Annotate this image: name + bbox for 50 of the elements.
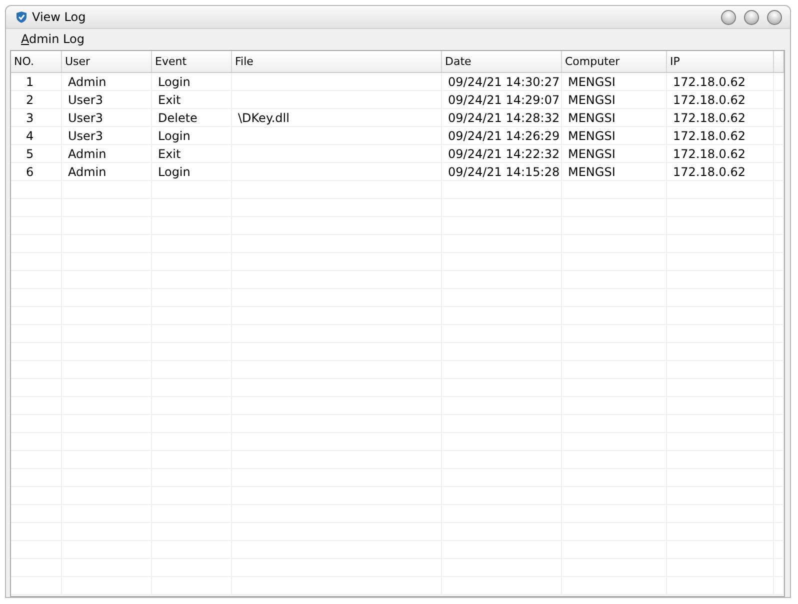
table-cell: MENGSI <box>568 74 616 88</box>
table-cell: Delete <box>158 110 198 124</box>
table-cell: 172.18.0.62 <box>673 110 746 124</box>
table-cell: MENGSI <box>568 92 616 106</box>
table-cell: MENGSI <box>568 128 616 142</box>
table-cell: 4 <box>26 128 34 142</box>
table-cell: 6 <box>26 164 34 178</box>
table-cell: 5 <box>26 146 34 160</box>
table-cell: 172.18.0.62 <box>673 164 746 178</box>
table-cell: MENGSI <box>568 110 616 124</box>
column-header[interactable]: File <box>232 51 442 72</box>
table-cell: \DKey.dll <box>238 110 290 124</box>
window-title: View Log <box>32 10 87 24</box>
table-cell: Login <box>158 128 190 142</box>
table-cell: User3 <box>68 92 103 106</box>
table-cell: 09/24/21 14:30:27 <box>448 74 560 88</box>
column-header[interactable]: User <box>62 51 152 72</box>
table-cell: 09/24/21 14:26:29 <box>448 128 560 142</box>
table-cell: 172.18.0.62 <box>673 74 746 88</box>
table-cell: Login <box>158 74 190 88</box>
table-cell: 1 <box>26 74 34 88</box>
table-cell: Exit <box>158 92 181 106</box>
table-cell: 09/24/21 14:29:07 <box>448 92 560 106</box>
table-cell: 09/24/21 14:15:28 <box>448 164 560 178</box>
column-header[interactable]: NO. <box>11 51 62 72</box>
column-header[interactable]: Date <box>442 51 562 72</box>
column-header[interactable]: IP <box>667 51 774 72</box>
table-cell: MENGSI <box>568 146 616 160</box>
table-cell: Admin <box>68 74 106 88</box>
table-cell: User3 <box>68 128 103 142</box>
minimize-button[interactable] <box>721 10 736 24</box>
table-cell: Admin <box>68 146 106 160</box>
table-cell: Admin <box>68 164 106 178</box>
column-header[interactable]: Event <box>152 51 232 72</box>
table-cell: User3 <box>68 110 103 124</box>
shield-icon <box>16 11 27 23</box>
table-cell: MENGSI <box>568 164 616 178</box>
close-button[interactable] <box>767 10 782 24</box>
table-cell: 3 <box>26 110 34 124</box>
table-cell: 172.18.0.62 <box>673 146 746 160</box>
menu-item[interactable]: Admin Log <box>16 32 90 46</box>
column-header[interactable]: Computer <box>562 51 667 72</box>
table-cell: 2 <box>26 92 34 106</box>
table-cell: 172.18.0.62 <box>673 92 746 106</box>
table-cell: 172.18.0.62 <box>673 128 746 142</box>
table-cell: 09/24/21 14:22:32 <box>448 146 560 160</box>
maximize-button[interactable] <box>744 10 759 24</box>
table-cell: Login <box>158 164 190 178</box>
table-cell: 09/24/21 14:28:32 <box>448 110 560 124</box>
table-cell: Exit <box>158 146 181 160</box>
